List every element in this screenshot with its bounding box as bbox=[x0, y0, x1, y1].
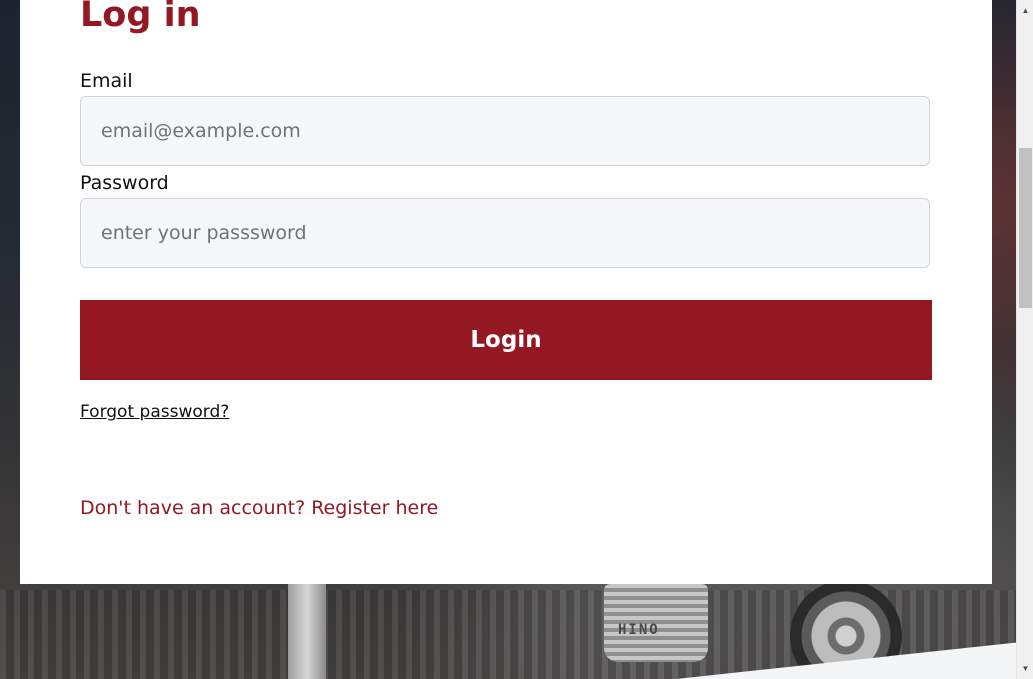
login-button[interactable]: Login bbox=[80, 300, 932, 380]
forgot-password-link[interactable]: Forgot password? bbox=[80, 402, 229, 422]
register-link[interactable]: Don't have an account? Register here bbox=[80, 497, 438, 519]
password-field[interactable] bbox=[80, 198, 930, 268]
email-field[interactable] bbox=[80, 96, 930, 166]
vertical-scrollbar[interactable]: ▲ ▼ bbox=[1016, 0, 1033, 679]
truck-badge: HINO bbox=[618, 622, 660, 638]
scrollbar-thumb[interactable] bbox=[1019, 148, 1032, 308]
login-card: Log in Email Password Login Forgot passw… bbox=[20, 0, 992, 584]
password-label: Password bbox=[80, 172, 169, 194]
background-pole bbox=[288, 584, 326, 679]
chevron-down-icon[interactable]: ▼ bbox=[1017, 660, 1033, 677]
page-viewport: HINO Log in Email Password Login Forgot … bbox=[0, 0, 1033, 679]
email-label: Email bbox=[80, 70, 133, 92]
chevron-up-icon[interactable]: ▲ bbox=[1017, 2, 1033, 19]
page-title: Log in bbox=[80, 0, 201, 35]
